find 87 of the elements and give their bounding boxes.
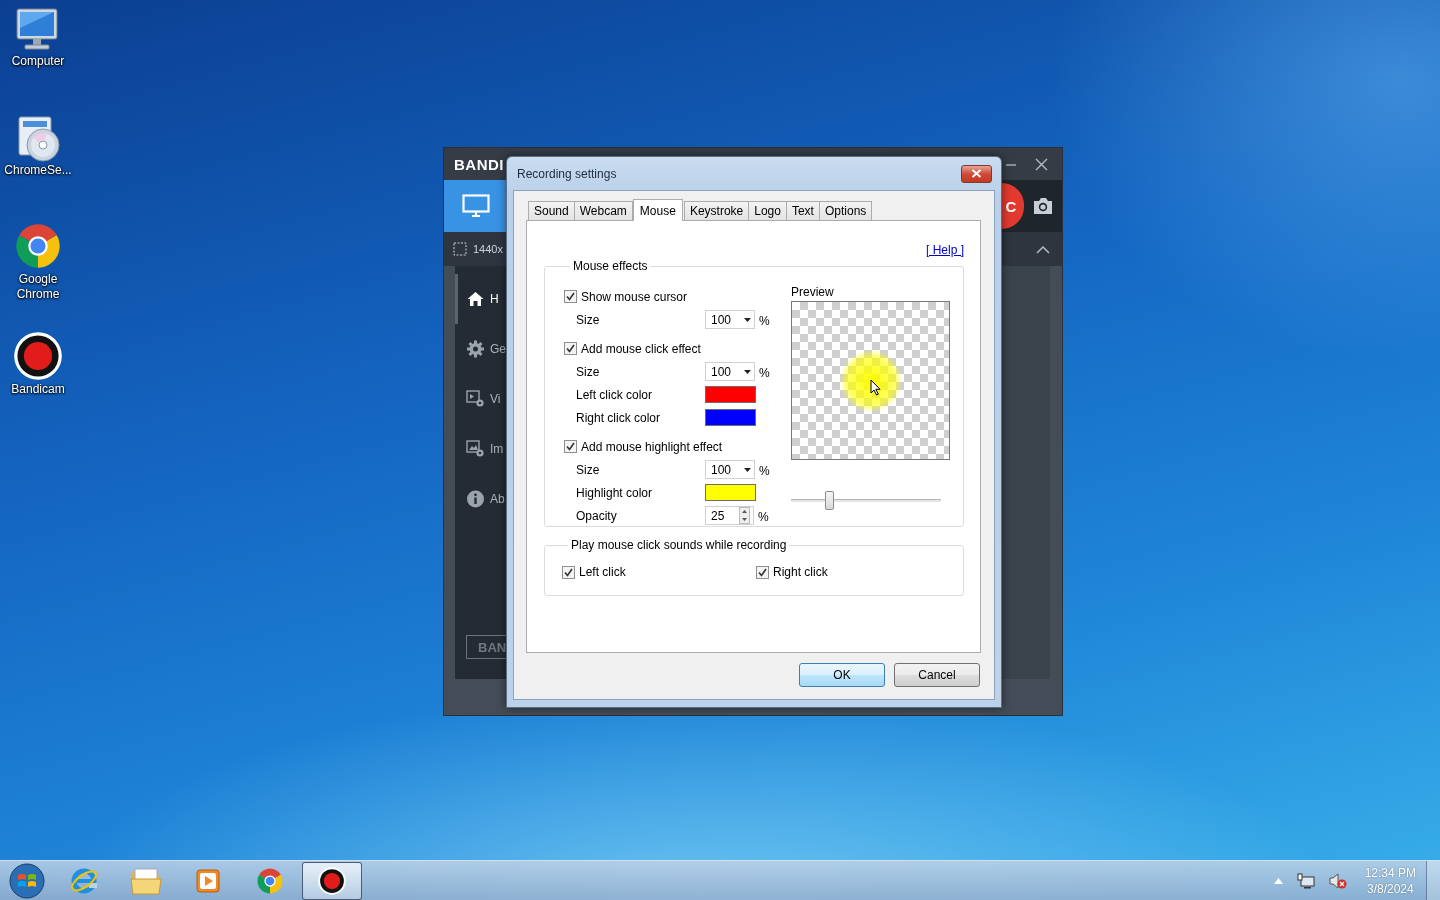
slider-thumb[interactable] (824, 491, 834, 510)
checkbox[interactable] (562, 565, 575, 579)
color-swatch[interactable] (705, 409, 756, 426)
field-label: Size (575, 312, 601, 327)
record-button[interactable]: C (1002, 183, 1024, 229)
desktop-icon[interactable]: Google Chrome (0, 220, 76, 330)
tab[interactable]: Options (818, 201, 873, 220)
unit-label: % (759, 314, 770, 328)
close-icon (971, 169, 982, 178)
help-link[interactable]: [ Help ] (926, 243, 964, 258)
group-title: Play mouse click sounds while recording (570, 538, 788, 552)
caret-icon (744, 467, 751, 472)
unit-label: % (758, 510, 769, 524)
field-label: Size (575, 364, 601, 379)
checkbox-label: Right click (773, 565, 828, 579)
tab[interactable]: Keystroke (683, 201, 750, 220)
dialog-button[interactable]: OK (799, 663, 885, 687)
gear-icon (466, 340, 485, 358)
tab[interactable]: Webcam (573, 201, 633, 220)
screen-mode-tab[interactable] (444, 180, 507, 232)
network-icon[interactable] (1296, 872, 1315, 889)
checkbox-label: Add mouse highlight effect (581, 439, 723, 454)
app-title: BANDI (454, 155, 504, 173)
desktop-icon[interactable]: Bandicam (0, 330, 76, 400)
field-label: Right click color (575, 410, 662, 425)
record-logo-icon (12, 330, 64, 382)
unit-label: % (759, 366, 770, 380)
image-settings-icon (466, 440, 485, 458)
checkbox-label: Add mouse click effect (581, 341, 701, 356)
tab[interactable]: Text (785, 201, 820, 220)
home-icon (466, 291, 485, 307)
close-icon[interactable] (1035, 157, 1048, 171)
show-desktop-button[interactable] (1426, 860, 1440, 900)
size-dropdown[interactable]: 100 (705, 362, 755, 381)
field-label: Highlight color (575, 485, 654, 500)
preview-label: Preview (791, 285, 835, 301)
checkmark-icon (564, 567, 573, 577)
desktop-icon[interactable]: Computer (0, 6, 76, 113)
dialog-button[interactable]: Cancel (894, 663, 980, 687)
record-logo-icon (317, 865, 347, 896)
sidebar-item[interactable]: Ge (455, 324, 575, 374)
close-button[interactable] (961, 164, 992, 183)
cursor-icon (870, 379, 881, 396)
collapse-icon[interactable] (1036, 244, 1050, 254)
checkmark-icon (758, 567, 767, 577)
checkmark-icon (566, 442, 575, 451)
group-title: Mouse effects (572, 259, 649, 273)
start-button[interactable] (9, 862, 45, 899)
region-icon (453, 242, 467, 256)
spinner-arrows-icon (739, 507, 750, 524)
play-icon (195, 867, 221, 894)
color-swatch[interactable] (705, 386, 756, 403)
checkbox-label: Show mouse cursor (581, 289, 688, 304)
sidebar-item[interactable]: Im (455, 424, 575, 474)
checkbox[interactable] (564, 440, 577, 453)
tab[interactable]: Sound (528, 201, 575, 220)
desktop-icon[interactable]: ChromeSe... (0, 113, 76, 220)
camera-icon[interactable] (1032, 197, 1054, 215)
caret-icon (744, 369, 751, 374)
field-label: Size (575, 462, 601, 477)
sidebar-item[interactable]: Vi (455, 374, 575, 424)
checkmark-icon (566, 292, 575, 301)
tab[interactable]: Mouse (632, 199, 683, 221)
monitor-icon (461, 194, 490, 218)
checkbox-label: Left click (579, 565, 626, 579)
field-label: Opacity (575, 508, 618, 523)
dialog-title: Recording settings (517, 166, 618, 181)
size-dropdown[interactable]: 100 (705, 460, 755, 479)
taskbar-button[interactable] (302, 861, 362, 900)
tab[interactable]: Logo (748, 201, 787, 220)
size-dropdown[interactable]: 100 (705, 310, 755, 329)
checkbox[interactable] (564, 342, 577, 355)
muted-speaker-icon[interactable] (1328, 872, 1347, 889)
video-settings-icon (466, 390, 485, 408)
checkbox[interactable] (756, 565, 769, 579)
color-swatch[interactable] (705, 484, 756, 501)
checkmark-icon (566, 344, 575, 353)
checkbox[interactable] (564, 290, 577, 303)
field-label: Left click color (575, 387, 654, 402)
sidebar-item[interactable]: Ab (455, 474, 575, 524)
info-icon (466, 490, 485, 508)
caret-icon (744, 317, 751, 322)
highlight-glow (840, 350, 902, 412)
opacity-spinner[interactable]: 25 (705, 506, 754, 525)
capture-size: 1440x (473, 243, 503, 255)
folder-icon (130, 866, 162, 895)
unit-label: % (759, 464, 770, 478)
